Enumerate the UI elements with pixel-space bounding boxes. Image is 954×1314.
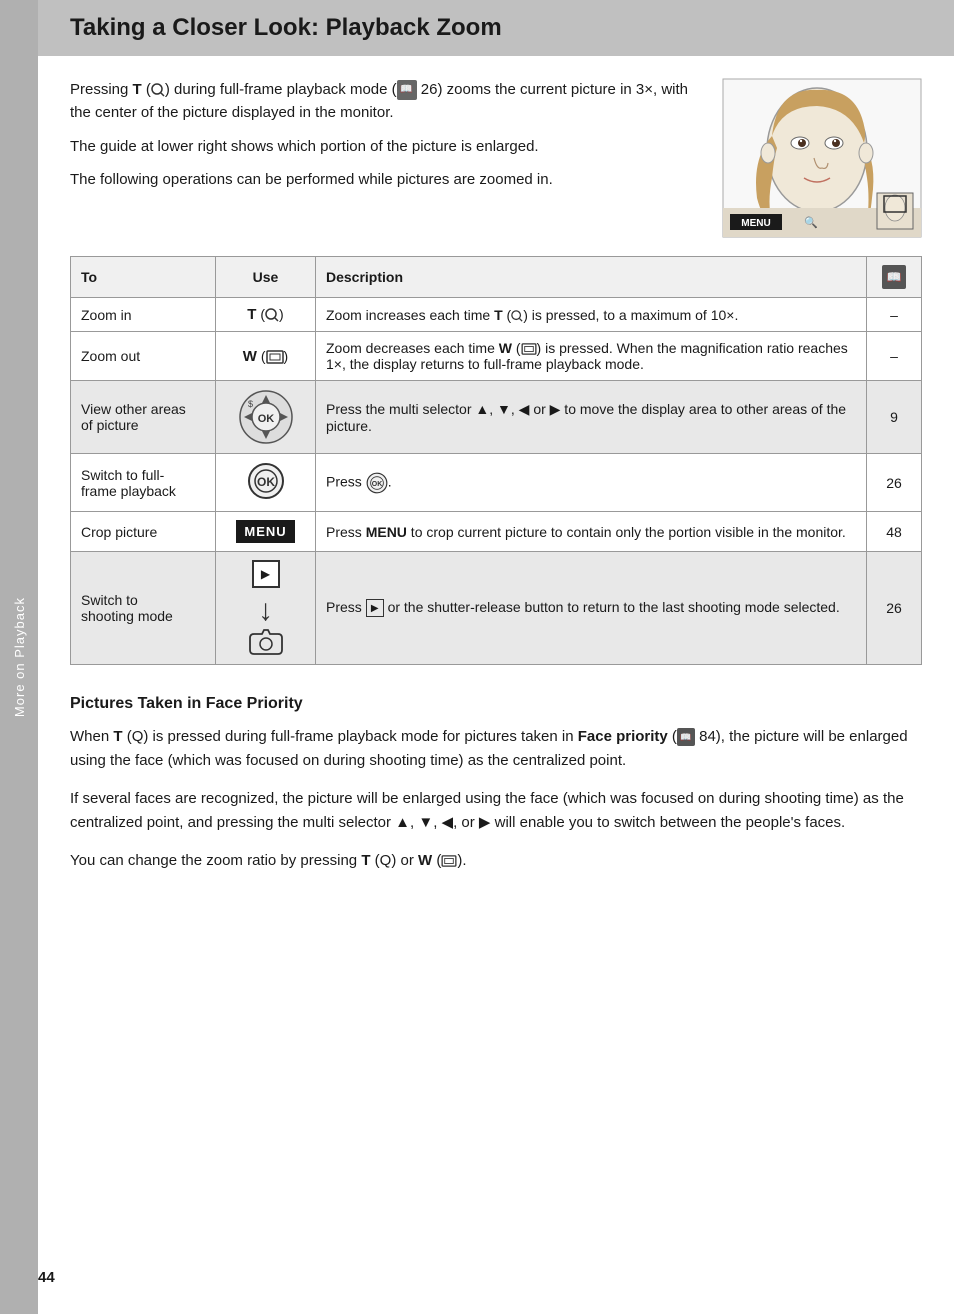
cell-ref-fullframe: 26 bbox=[867, 454, 922, 512]
shutter-release-icon bbox=[246, 628, 286, 656]
playback-inline-icon: ▶ bbox=[366, 599, 384, 617]
t-key-zoom: T bbox=[361, 852, 370, 869]
table-row: Switch to full-frame playback OK Press O… bbox=[71, 454, 922, 512]
table-row: Zoom out W ( ) Zoom decreases each time … bbox=[71, 332, 922, 381]
table-row: Zoom in T () Zoom increases each time T … bbox=[71, 298, 922, 332]
t-key-face: T bbox=[113, 728, 122, 745]
intro-section: Pressing T () during full-frame playback… bbox=[70, 78, 922, 238]
sidebar: More on Playback bbox=[0, 0, 38, 1314]
face-priority-bold: Face priority bbox=[578, 728, 668, 745]
face-priority-para1: When T (Q) is pressed during full-frame … bbox=[70, 725, 922, 773]
main-content: Taking a Closer Look: Playback Zoom Pres… bbox=[38, 0, 954, 927]
shooting-mode-icons: ▶ ↓ bbox=[226, 560, 305, 656]
cell-desc-shooting: Press ▶ or the shutter-release button to… bbox=[316, 552, 867, 665]
intro-image: MENU 🔍 bbox=[722, 78, 922, 238]
cell-ref-zoom-out: – bbox=[867, 332, 922, 381]
t-key-inline: T bbox=[494, 307, 503, 323]
cell-to-zoom-out: Zoom out bbox=[71, 332, 216, 381]
cell-desc-zoom-out: Zoom decreases each time W () is pressed… bbox=[316, 332, 867, 381]
camera-illustration: MENU 🔍 bbox=[722, 78, 922, 238]
table-header-desc: Description bbox=[316, 257, 867, 298]
search-icon bbox=[265, 308, 279, 322]
svg-text:OK: OK bbox=[257, 475, 275, 489]
t-key-label: T bbox=[247, 306, 256, 323]
svg-text:🔍: 🔍 bbox=[804, 215, 818, 229]
intro-para2: The guide at lower right shows which por… bbox=[70, 135, 702, 158]
cell-ref-view-areas: 9 bbox=[867, 381, 922, 454]
svg-text:OK: OK bbox=[257, 413, 274, 425]
zoom-table: To Use Description 📖 Zoom in T () Zoom i… bbox=[70, 256, 922, 665]
table-row: View other areasof picture OK bbox=[71, 381, 922, 454]
cell-desc-crop: Press MENU to crop current picture to co… bbox=[316, 512, 867, 552]
ref-header-icon: 📖 bbox=[882, 265, 906, 289]
wide-icon-inline bbox=[441, 855, 457, 867]
cell-to-crop: Crop picture bbox=[71, 512, 216, 552]
intro-para3: The following operations can be performe… bbox=[70, 168, 702, 191]
svg-text:MENU: MENU bbox=[741, 218, 770, 229]
multi-selector-svg: OK $ bbox=[238, 389, 294, 445]
table-header-ref: 📖 bbox=[867, 257, 922, 298]
table-header-use: Use bbox=[216, 257, 316, 298]
intro-para1: Pressing T () during full-frame playback… bbox=[70, 78, 702, 125]
table-header-to: To bbox=[71, 257, 216, 298]
w-key-inline: W bbox=[499, 340, 512, 356]
cell-use-fullframe: OK bbox=[216, 454, 316, 512]
face-priority-section: Pictures Taken in Face Priority When T (… bbox=[70, 695, 922, 873]
cell-use-shooting: ▶ ↓ bbox=[216, 552, 316, 665]
cell-desc-fullframe: Press OK . bbox=[316, 454, 867, 512]
svg-text:OK: OK bbox=[371, 480, 381, 487]
table-row: Crop picture MENU Press MENU to crop cur… bbox=[71, 512, 922, 552]
arrow-down-icon: ↓ bbox=[258, 596, 273, 626]
cell-to-view-areas: View other areasof picture bbox=[71, 381, 216, 454]
page-header: Taking a Closer Look: Playback Zoom bbox=[38, 0, 954, 56]
cell-ref-zoom-in: – bbox=[867, 298, 922, 332]
page-title: Taking a Closer Look: Playback Zoom bbox=[70, 14, 922, 42]
table-row: Switch toshooting mode ▶ ↓ bbox=[71, 552, 922, 665]
ref-icon-84: 📖 bbox=[677, 728, 695, 746]
cell-use-zoom-out: W ( ) bbox=[216, 332, 316, 381]
wide-icon bbox=[266, 350, 284, 364]
playback-button-icon: ▶ bbox=[252, 560, 280, 588]
multi-selector-icon: OK $ bbox=[226, 389, 305, 445]
menu-inline: MENU bbox=[366, 524, 407, 540]
cell-to-shooting: Switch toshooting mode bbox=[71, 552, 216, 665]
menu-button-icon: MENU bbox=[236, 520, 294, 543]
cell-to-zoom-in: Zoom in bbox=[71, 298, 216, 332]
shutter-icon-group: ↓ bbox=[246, 596, 286, 656]
w-key-zoom: W bbox=[418, 852, 432, 869]
cell-ref-shooting: 26 bbox=[867, 552, 922, 665]
sidebar-label: More on Playback bbox=[12, 597, 27, 717]
cell-to-fullframe: Switch to full-frame playback bbox=[71, 454, 216, 512]
page-number: 44 bbox=[38, 1269, 55, 1286]
cell-ref-crop: 48 bbox=[867, 512, 922, 552]
ok-inline-icon: OK bbox=[366, 472, 388, 494]
w-key-label: W bbox=[243, 348, 257, 365]
cell-desc-zoom-in: Zoom increases each time T () is pressed… bbox=[316, 298, 867, 332]
key-T: T bbox=[133, 81, 142, 98]
intro-text: Pressing T () during full-frame playback… bbox=[70, 78, 702, 238]
cell-use-crop: MENU bbox=[216, 512, 316, 552]
face-priority-para3: You can change the zoom ratio by pressin… bbox=[70, 849, 922, 873]
cell-use-zoom-in: T () bbox=[216, 298, 316, 332]
cell-use-view-areas: OK $ bbox=[216, 381, 316, 454]
ok-button-icon: OK bbox=[247, 462, 285, 500]
face-priority-title: Pictures Taken in Face Priority bbox=[70, 695, 922, 713]
face-priority-para2: If several faces are recognized, the pic… bbox=[70, 787, 922, 835]
svg-text:$: $ bbox=[248, 399, 253, 409]
cell-desc-view-areas: Press the multi selector ▲, ▼, ◀ or ▶ to… bbox=[316, 381, 867, 454]
ref-icon-inline: 📖 bbox=[397, 80, 417, 100]
